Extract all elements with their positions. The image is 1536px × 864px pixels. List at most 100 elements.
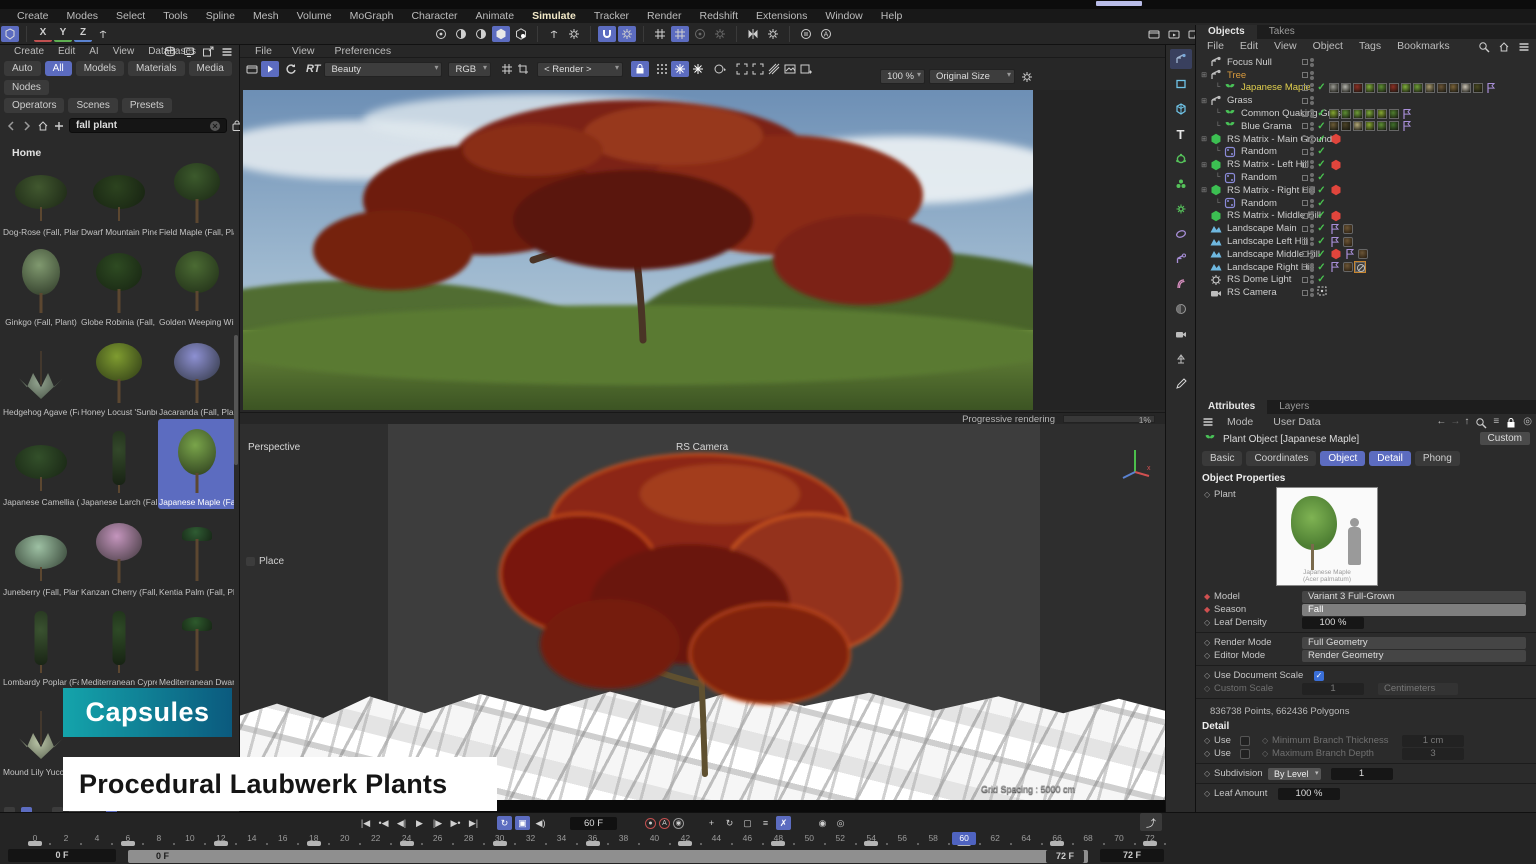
object-row[interactable]: Focus Null	[1196, 56, 1536, 69]
menu-render[interactable]: Render	[638, 10, 690, 22]
section-tab-basic[interactable]: Basic	[1202, 451, 1242, 466]
disabled-tag-icon[interactable]	[1355, 262, 1365, 272]
aov-icon[interactable]	[766, 62, 782, 76]
fit-view-icon[interactable]	[734, 62, 750, 76]
region-dropdown-icon[interactable]	[712, 62, 728, 76]
dynamic-guides-settings-icon[interactable]	[711, 26, 729, 42]
object-row[interactable]: Landscape Middle Hill✓	[1196, 248, 1536, 261]
db-stack-icon[interactable]	[162, 45, 178, 59]
object-label[interactable]: RS Dome Light	[1227, 274, 1291, 285]
object-label[interactable]: Landscape Main	[1227, 223, 1297, 234]
param-dot[interactable]: ◇	[1204, 749, 1214, 758]
menu-tools[interactable]: Tools	[154, 10, 197, 22]
material-tag[interactable]	[1365, 83, 1375, 93]
previous-frame-button[interactable]: ◀|	[394, 816, 409, 830]
object-row[interactable]: └Random✓	[1196, 171, 1536, 184]
keyframe-mark[interactable]	[586, 841, 600, 846]
material-tag[interactable]	[1343, 262, 1353, 272]
visibility-dots[interactable]	[1310, 199, 1314, 208]
render-view-icon[interactable]	[1145, 26, 1163, 42]
attr-tab-layers[interactable]: Layers	[1267, 400, 1321, 414]
om-menu-object[interactable]: Object	[1306, 40, 1350, 52]
object-label[interactable]: Tree	[1227, 70, 1246, 81]
asset-item[interactable]: Ginkgo (Fall, Plant)	[2, 239, 80, 329]
material-tag[interactable]	[1473, 83, 1483, 93]
ab-menu-create[interactable]: Create	[8, 46, 50, 57]
layer-chip[interactable]	[1302, 123, 1308, 129]
ab-menu-view[interactable]: View	[107, 46, 141, 57]
layer-chip[interactable]	[1302, 111, 1308, 117]
visibility-dots[interactable]	[1310, 275, 1314, 284]
camera-object-icon[interactable]	[1170, 324, 1192, 344]
visibility-dots[interactable]	[1310, 237, 1314, 246]
search-input[interactable]	[69, 118, 227, 133]
material-tag[interactable]	[1389, 109, 1399, 119]
menu-spline[interactable]: Spline	[197, 10, 244, 22]
material-tag[interactable]	[1377, 109, 1387, 119]
asset-item[interactable]: Japanese Larch (Fall, Pl...	[80, 419, 158, 509]
size-dropdown[interactable]: Original Size	[929, 69, 1015, 84]
enabled-check-icon[interactable]: ✓	[1316, 108, 1327, 119]
object-label[interactable]: Blue Grama	[1241, 121, 1292, 132]
param-dot[interactable]: ◇	[1204, 789, 1214, 798]
expander-icon[interactable]: ⊞	[1200, 97, 1208, 105]
asset-browser-scrollbar[interactable]	[234, 335, 238, 465]
snap-settings-icon[interactable]	[618, 26, 636, 42]
pen-icon[interactable]	[1170, 374, 1192, 394]
visibility-dots[interactable]	[1310, 96, 1314, 105]
volume-icon[interactable]	[1170, 299, 1192, 319]
visibility-dots[interactable]	[1310, 83, 1314, 92]
keyed-param-dot[interactable]: ◆	[1204, 592, 1214, 601]
key-rotation-button[interactable]: ↻	[722, 816, 737, 830]
menu-select[interactable]: Select	[107, 10, 154, 22]
attr-tab-attributes[interactable]: Attributes	[1196, 400, 1267, 414]
asset-item[interactable]: Mediterranean Cypres...	[80, 599, 158, 689]
effector-icon[interactable]	[1170, 199, 1192, 219]
om-tab-takes[interactable]: Takes	[1257, 25, 1307, 39]
keyframe-mark[interactable]	[28, 841, 42, 846]
material-tag[interactable]	[1449, 83, 1459, 93]
axis-x-button[interactable]: X	[34, 26, 52, 42]
layer-chip[interactable]	[1302, 264, 1308, 270]
layer-chip[interactable]	[1302, 162, 1308, 168]
object-label[interactable]: Focus Null	[1227, 57, 1272, 68]
mode-point-icon[interactable]	[432, 26, 450, 42]
object-label[interactable]: Landscape Left Hill	[1227, 236, 1308, 247]
layer-chip[interactable]	[1302, 72, 1308, 78]
asset-item[interactable]: Juneberry (Fall, Plant)	[2, 509, 80, 599]
material-tag[interactable]	[1401, 83, 1411, 93]
play-button[interactable]: ▶	[412, 816, 427, 830]
render-target-dropdown[interactable]: < Render >	[537, 62, 623, 77]
season-dropdown[interactable]: Fall	[1302, 604, 1526, 616]
visibility-dots[interactable]	[1310, 211, 1314, 220]
keyframe-mark[interactable]	[121, 841, 135, 846]
asset-item[interactable]: Globe Robinia (Fall, Pl...	[80, 239, 158, 329]
channel-dropdown[interactable]: RGB	[448, 62, 491, 77]
maple-tree-object[interactable]	[490, 434, 910, 784]
visibility-dots[interactable]	[1310, 186, 1314, 195]
enabled-check-icon[interactable]: ✓	[1316, 223, 1327, 234]
spline-icon[interactable]	[1170, 224, 1192, 244]
model-dropdown[interactable]: Variant 3 Full-Grown	[1302, 591, 1526, 603]
range-end-handle[interactable]: 72 F	[1046, 850, 1084, 863]
om-tab-objects[interactable]: Objects	[1196, 25, 1257, 39]
menu-character[interactable]: Character	[402, 10, 466, 22]
material-tag[interactable]	[1353, 83, 1363, 93]
object-row[interactable]: RS Matrix - Middle Hill✓	[1196, 210, 1536, 223]
generator-icon[interactable]	[1170, 149, 1192, 169]
menu-help[interactable]: Help	[872, 10, 912, 22]
keyframe-mark[interactable]	[400, 841, 414, 846]
material-tag[interactable]	[1389, 83, 1399, 93]
forward-icon[interactable]	[21, 119, 33, 133]
object-label[interactable]: Random	[1241, 172, 1277, 183]
enabled-check-icon[interactable]: ✓	[1316, 146, 1327, 157]
snapshot-compare-icon[interactable]	[690, 62, 706, 76]
add-icon[interactable]	[53, 119, 65, 133]
asset-item[interactable]: Mediterranean Dwarf ...	[158, 599, 234, 689]
material-tag[interactable]	[1341, 109, 1351, 119]
visibility-dots[interactable]	[1310, 224, 1314, 233]
background-icon[interactable]	[782, 62, 798, 76]
object-row[interactable]: ⊞RS Matrix - Left Hill✓	[1196, 158, 1536, 171]
asset-item[interactable]: Kentia Palm (Fall, Plant)	[158, 509, 234, 599]
pixel-grid-icon[interactable]	[499, 62, 515, 76]
